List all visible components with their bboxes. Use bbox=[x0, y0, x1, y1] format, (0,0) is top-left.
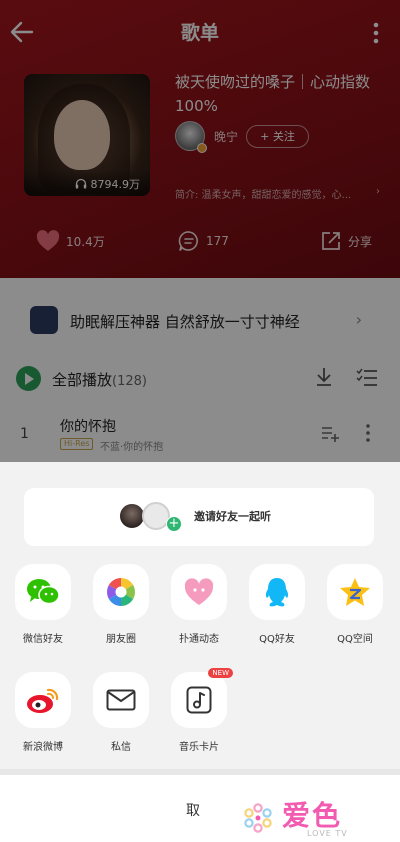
share-message[interactable]: 私信 bbox=[86, 672, 156, 753]
modal-backdrop[interactable] bbox=[0, 0, 400, 462]
share-qzone[interactable]: QQ空间 bbox=[320, 564, 390, 645]
qzone-icon bbox=[327, 564, 383, 620]
share-putong[interactable]: 扑通动态 bbox=[164, 564, 234, 645]
cancel-label: 取 bbox=[186, 803, 200, 819]
share-music-card[interactable]: NEW 音乐卡片 bbox=[164, 668, 234, 753]
invite-friends-button[interactable]: + 邀请好友一起听 bbox=[24, 488, 374, 546]
plus-icon: + bbox=[166, 516, 182, 532]
share-label: 扑通动态 bbox=[179, 634, 219, 645]
share-qq[interactable]: QQ好友 bbox=[242, 564, 312, 645]
music-card-icon: NEW bbox=[171, 668, 233, 728]
watermark-subtitle: LOVE TV bbox=[307, 829, 348, 838]
invite-label: 邀请好友一起听 bbox=[194, 510, 271, 523]
moments-icon bbox=[93, 564, 149, 620]
putong-icon bbox=[171, 564, 227, 620]
watermark-title: 爱色 bbox=[282, 799, 343, 832]
share-label: QQ好友 bbox=[259, 634, 295, 645]
weibo-icon bbox=[15, 672, 71, 728]
share-label: 微信好友 bbox=[23, 634, 63, 645]
share-label: 音乐卡片 bbox=[179, 742, 219, 753]
share-label: 朋友圈 bbox=[106, 634, 136, 645]
qq-icon bbox=[249, 564, 305, 620]
share-label: 新浪微博 bbox=[23, 742, 63, 753]
share-label: 私信 bbox=[111, 742, 131, 753]
share-wechat[interactable]: 微信好友 bbox=[8, 564, 78, 645]
share-moments[interactable]: 朋友圈 bbox=[86, 564, 156, 645]
share-label: QQ空间 bbox=[337, 634, 373, 645]
share-sheet: + 邀请好友一起听 微信好友 朋友圈 扑通动态 QQ好友 QQ空间 新浪微博 私… bbox=[0, 462, 400, 842]
share-weibo[interactable]: 新浪微博 bbox=[8, 672, 78, 753]
wechat-icon bbox=[15, 564, 71, 620]
new-badge: NEW bbox=[208, 668, 233, 678]
flower-logo-icon bbox=[244, 803, 272, 833]
watermark-logo: 爱色 LOVE TV bbox=[202, 792, 400, 842]
mail-icon bbox=[93, 672, 149, 728]
